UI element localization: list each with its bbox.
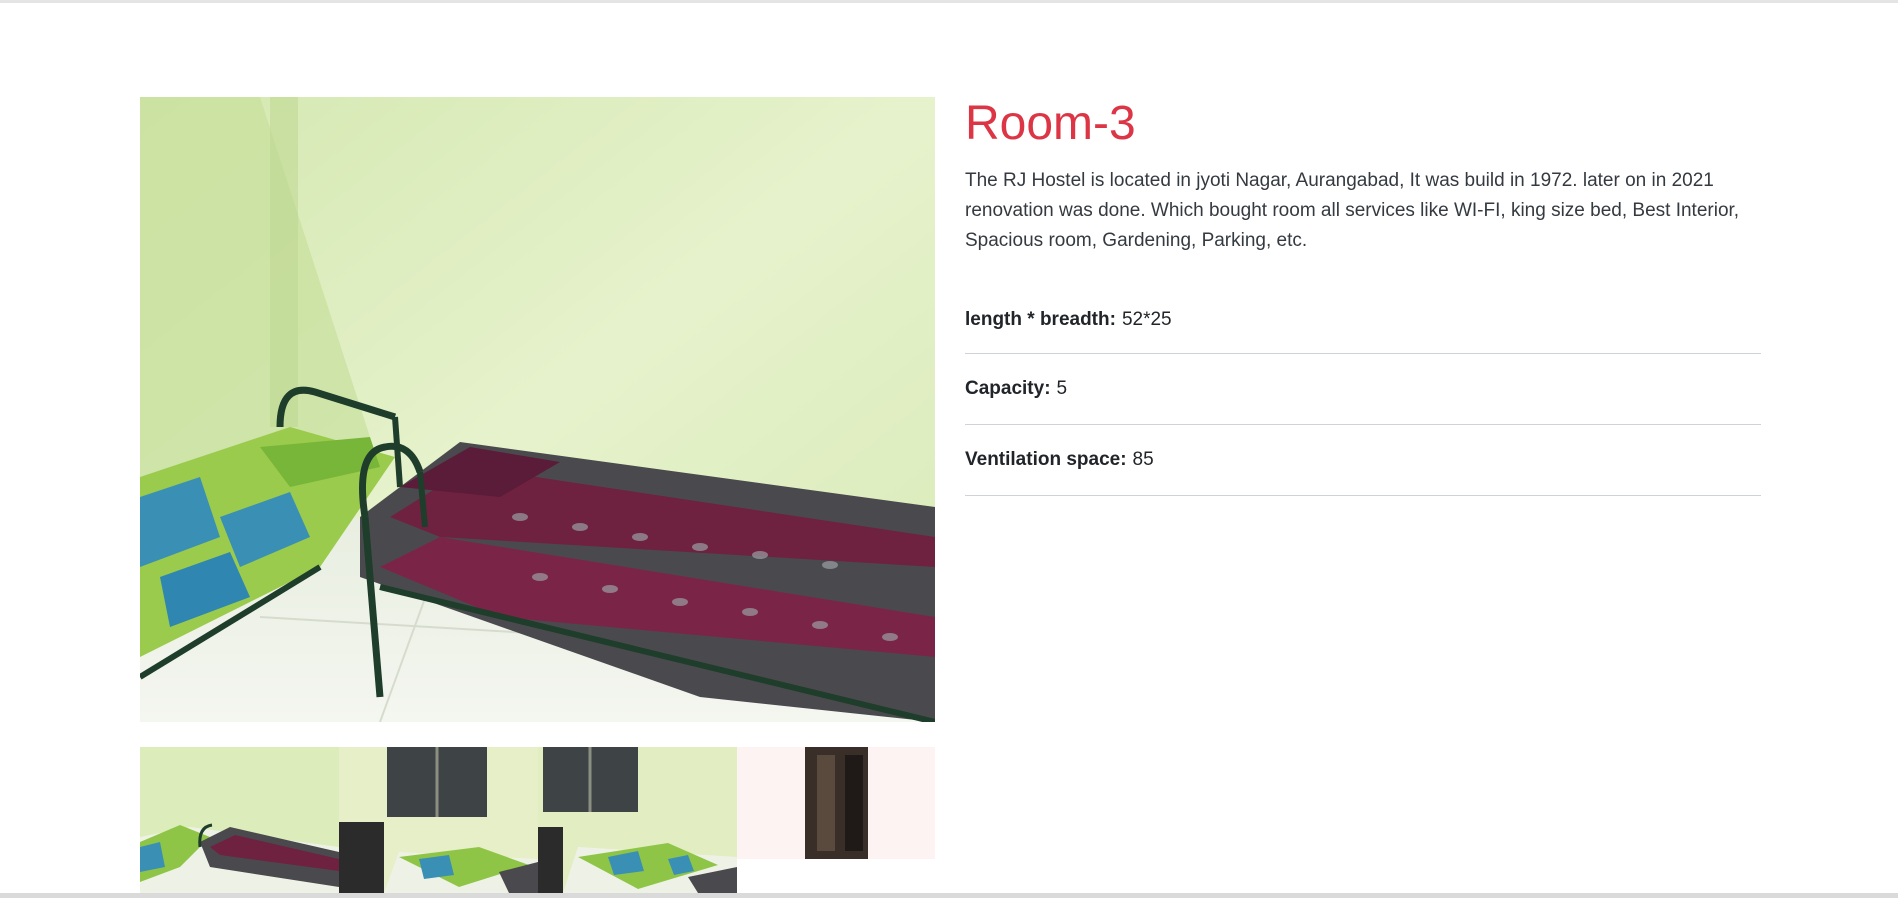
spec-label: Capacity: <box>965 378 1051 399</box>
top-border <box>0 0 1898 3</box>
bottom-border <box>0 893 1898 898</box>
main-room-photo <box>140 97 935 722</box>
room-details: Room-3 The RJ Hostel is located in jyoti… <box>965 92 1761 496</box>
room-spec-list: length * breadth: 52*25 Capacity: 5 Vent… <box>965 286 1761 496</box>
spec-value: 85 <box>1132 449 1154 470</box>
thumbnail-1[interactable] <box>140 747 339 893</box>
spec-label: Ventilation space: <box>965 449 1127 470</box>
thumbnail-4[interactable] <box>737 747 935 893</box>
thumbnail-2[interactable] <box>339 747 538 893</box>
room-title: Room-3 <box>965 97 1136 150</box>
spec-capacity: Capacity: 5 <box>965 354 1761 425</box>
thumbnail-strip <box>140 747 935 893</box>
spec-ventilation: Ventilation space: 85 <box>965 425 1761 496</box>
spec-value: 5 <box>1056 378 1068 399</box>
spec-label: length * breadth: <box>965 308 1116 330</box>
thumbnail-3[interactable] <box>538 747 737 893</box>
room-description: The RJ Hostel is located in jyoti Nagar,… <box>965 170 1740 251</box>
spec-value: 52*25 <box>1121 308 1172 330</box>
spec-dimensions: length * breadth: 52*25 <box>965 286 1761 354</box>
